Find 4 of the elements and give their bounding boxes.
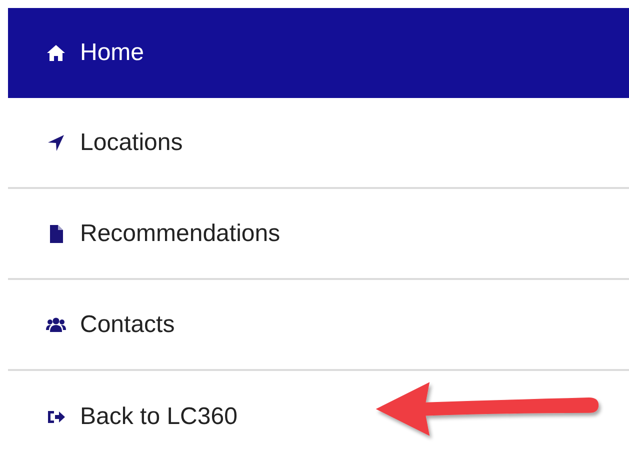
menu-item[interactable]: Home	[8, 8, 629, 98]
location-arrow-icon	[46, 132, 66, 152]
people-icon	[46, 314, 66, 334]
home-icon	[46, 43, 66, 63]
